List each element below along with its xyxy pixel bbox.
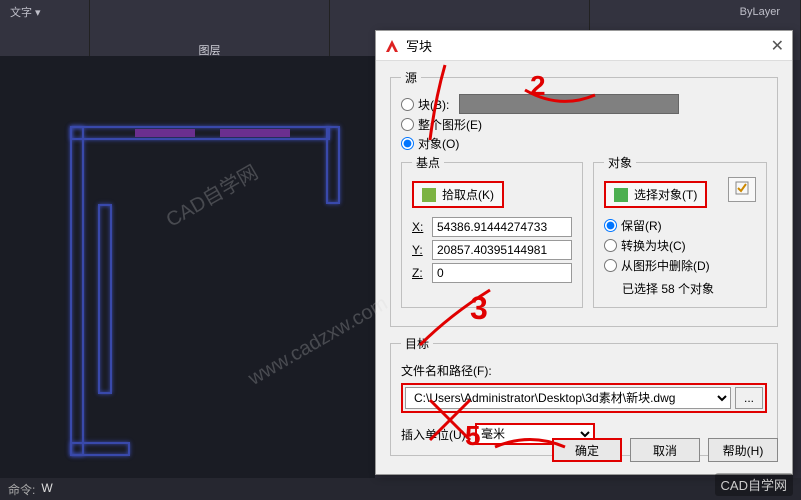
ok-button[interactable]: 确定 <box>552 438 622 462</box>
basepoint-group: 基点 拾取点(K) X: Y: Z: <box>401 154 583 308</box>
dialog-title: 写块 <box>406 36 432 55</box>
z-label: Z: <box>412 266 428 280</box>
close-icon[interactable]: ✕ <box>771 36 784 56</box>
basepoint-legend: 基点 <box>412 154 444 171</box>
select-objects-label: 选择对象(T) <box>634 186 697 203</box>
help-button[interactable]: 帮助(H) <box>708 438 778 462</box>
radio-objects[interactable] <box>401 137 414 150</box>
radio-delete-label: 从图形中删除(D) <box>621 257 710 274</box>
browse-button[interactable]: ... <box>735 387 763 409</box>
radio-objects-label: 对象(O) <box>418 135 459 152</box>
dialog-titlebar: 写块 ✕ <box>376 31 792 61</box>
radio-entire-label: 整个图形(E) <box>418 116 482 133</box>
quick-select-icon <box>735 181 749 195</box>
ribbon-text-group[interactable]: 文字 ▾ <box>10 7 41 19</box>
unit-label: 插入单位(U): <box>401 426 469 443</box>
cancel-button[interactable]: 取消 <box>630 438 700 462</box>
radio-block[interactable] <box>401 98 414 111</box>
z-input[interactable] <box>432 263 572 283</box>
path-combo[interactable]: C:\Users\Administrator\Desktop\3d素材\新块.d… <box>405 387 731 409</box>
radio-convert-label: 转换为块(C) <box>621 237 686 254</box>
drawing-canvas[interactable] <box>0 56 375 480</box>
radio-retain-label: 保留(R) <box>621 217 662 234</box>
radio-entire[interactable] <box>401 118 414 131</box>
select-objects-button[interactable]: 选择对象(T) <box>604 181 707 208</box>
path-label: 文件名和路径(F): <box>401 362 767 379</box>
objects-group: 对象 选择对象(T) 保留(R) 转换为块(C) 从图形中删除(D) 已选择 5… <box>593 154 767 308</box>
bylayer-combo[interactable]: ByLayer <box>740 6 780 18</box>
command-text: W <box>41 481 52 497</box>
selection-count: 已选择 58 个对象 <box>622 280 756 297</box>
y-input[interactable] <box>432 240 572 260</box>
x-input[interactable] <box>432 217 572 237</box>
select-objects-icon <box>614 188 628 202</box>
y-label: Y: <box>412 243 428 257</box>
radio-block-label: 块(B): <box>418 96 449 113</box>
radio-convert[interactable] <box>604 239 617 252</box>
footer-watermark: CAD自学网 <box>715 473 793 496</box>
source-group: 源 块(B): 整个图形(E) 对象(O) 基点 拾取点(K) <box>390 69 778 327</box>
command-line[interactable]: 命令: W <box>0 478 801 500</box>
floorplan <box>70 126 340 456</box>
quick-select-button[interactable] <box>728 177 756 202</box>
objects-legend: 对象 <box>604 154 636 171</box>
pick-point-icon <box>422 188 436 202</box>
wblock-dialog: 写块 ✕ 源 块(B): 整个图形(E) 对象(O) 基点 <box>375 30 793 475</box>
command-label: 命令: <box>8 481 35 497</box>
pick-point-button[interactable]: 拾取点(K) <box>412 181 504 208</box>
radio-delete[interactable] <box>604 259 617 272</box>
block-combo[interactable] <box>459 94 679 114</box>
pick-point-label: 拾取点(K) <box>442 186 494 203</box>
source-legend: 源 <box>401 69 421 86</box>
target-legend: 目标 <box>401 335 433 352</box>
autocad-icon <box>384 38 400 54</box>
x-label: X: <box>412 220 428 234</box>
radio-retain[interactable] <box>604 219 617 232</box>
